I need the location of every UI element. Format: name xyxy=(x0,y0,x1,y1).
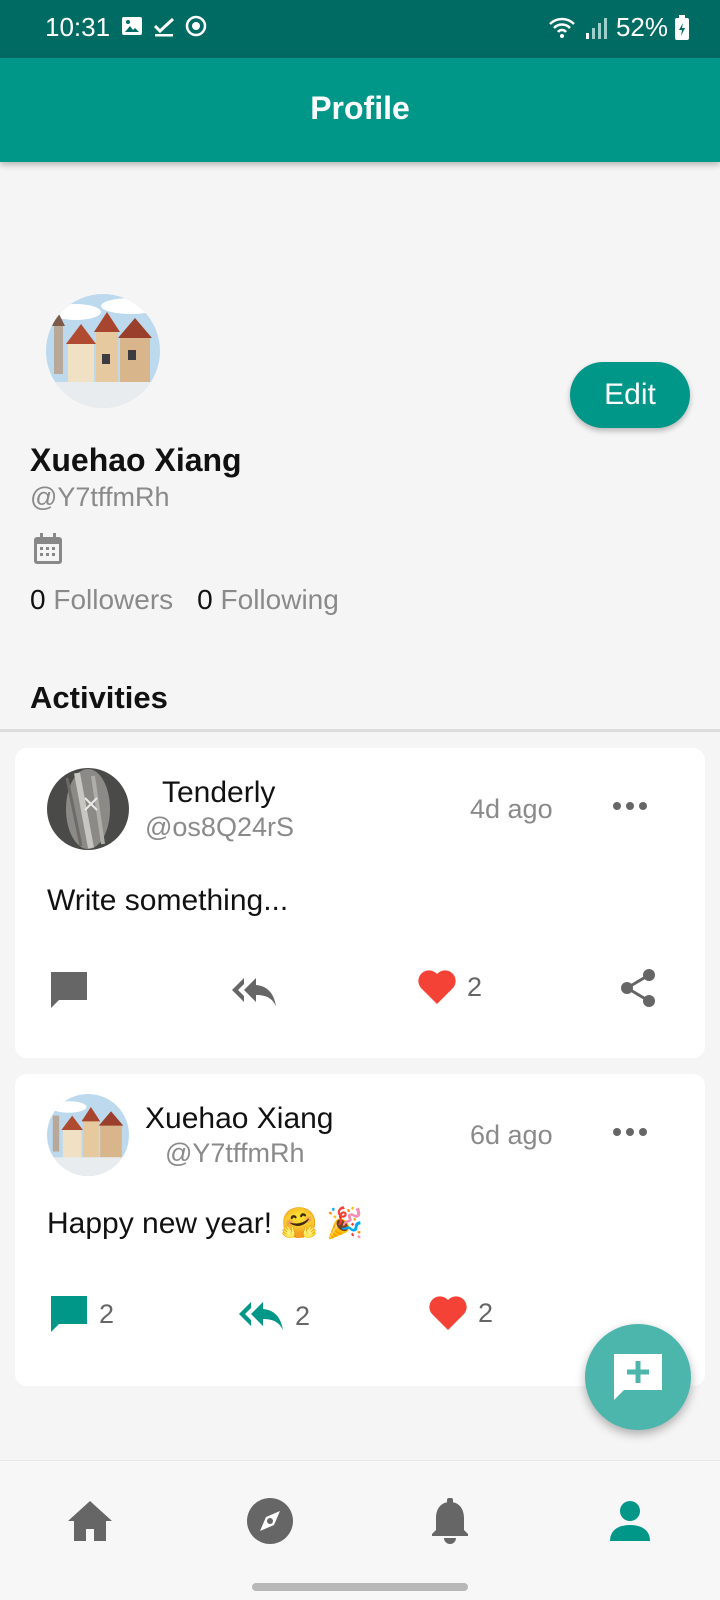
followers-label: Followers xyxy=(53,584,174,615)
post-author-name: Xuehao Xiang xyxy=(145,1102,334,1135)
following-label: Following xyxy=(220,584,339,615)
more-icon[interactable] xyxy=(612,1126,648,1138)
followers-link[interactable]: 0 Followers xyxy=(30,584,173,616)
following-link[interactable]: 0 Following xyxy=(197,584,339,616)
add-comment-icon xyxy=(614,1354,662,1400)
more-icon[interactable] xyxy=(612,800,648,812)
comment-button[interactable] xyxy=(49,970,89,1010)
post-time: 4d ago xyxy=(470,794,553,824)
post-text: Write something... xyxy=(47,884,289,917)
profile-name: Xuehao Xiang xyxy=(30,442,242,478)
nav-profile[interactable] xyxy=(600,1491,660,1551)
repost-button[interactable] xyxy=(230,974,278,1010)
status-time: 10:31 xyxy=(45,12,111,42)
comment-icon xyxy=(51,1296,87,1332)
repost-button[interactable]: 2 xyxy=(237,1298,310,1334)
app-bar: Profile xyxy=(0,58,720,162)
profile-handle: @Y7tffmRh xyxy=(30,482,170,512)
avatar[interactable] xyxy=(46,294,160,408)
comment-count: 2 xyxy=(99,1298,115,1329)
reply-all-icon xyxy=(232,978,276,1006)
post-author-avatar[interactable] xyxy=(47,1094,129,1176)
new-post-button[interactable] xyxy=(585,1324,691,1430)
repost-count: 2 xyxy=(295,1300,311,1331)
post-author-handle: @os8Q24rS xyxy=(145,812,294,842)
following-count: 0 xyxy=(197,584,213,615)
heart-icon xyxy=(429,1296,467,1330)
home-indicator[interactable] xyxy=(252,1583,468,1591)
like-count: 2 xyxy=(478,1297,494,1328)
post-author-handle: @Y7tffmRh xyxy=(165,1138,305,1168)
follow-stats: 0 Followers 0 Following xyxy=(30,584,339,616)
calendar-icon xyxy=(34,533,62,564)
share-button[interactable] xyxy=(619,968,657,1008)
like-count: 2 xyxy=(467,971,483,1002)
comment-button[interactable]: 2 xyxy=(49,1294,114,1334)
like-button[interactable]: 2 xyxy=(417,968,482,1006)
sync-icon xyxy=(185,15,207,37)
battery-icon xyxy=(675,14,689,40)
like-button[interactable]: 2 xyxy=(428,1294,493,1332)
nav-explore[interactable] xyxy=(240,1491,300,1551)
page-title: Profile xyxy=(310,90,410,126)
followers-count: 0 xyxy=(30,584,46,615)
explore-icon xyxy=(247,1498,293,1544)
post-author-name: Tenderly xyxy=(162,776,276,809)
battery-level: 52% xyxy=(615,12,668,42)
wifi-icon xyxy=(549,17,575,38)
post-author-avatar[interactable] xyxy=(47,768,129,850)
comment-icon xyxy=(51,972,87,1008)
divider xyxy=(0,729,720,732)
share-icon xyxy=(621,969,655,1007)
signal-icon xyxy=(585,17,607,39)
profile-icon xyxy=(610,1501,650,1541)
nav-notifications[interactable] xyxy=(420,1491,480,1551)
check-icon xyxy=(153,17,175,37)
notifications-icon xyxy=(432,1498,468,1544)
post-time: 6d ago xyxy=(470,1120,553,1150)
post-card[interactable]: Tenderly @os8Q24rS 4d ago Write somethin… xyxy=(15,748,705,1058)
gallery-icon xyxy=(122,17,142,35)
nav-home[interactable] xyxy=(60,1491,120,1551)
bottom-nav xyxy=(0,1460,720,1600)
heart-icon xyxy=(418,970,456,1004)
activities-heading: Activities xyxy=(30,680,168,715)
edit-profile-button[interactable]: Edit xyxy=(570,362,690,428)
reply-all-icon xyxy=(239,1302,283,1330)
status-bar: 10:31 52% xyxy=(0,0,720,58)
home-icon xyxy=(68,1501,112,1541)
post-text: Happy new year! 🤗 🎉 xyxy=(47,1207,364,1240)
